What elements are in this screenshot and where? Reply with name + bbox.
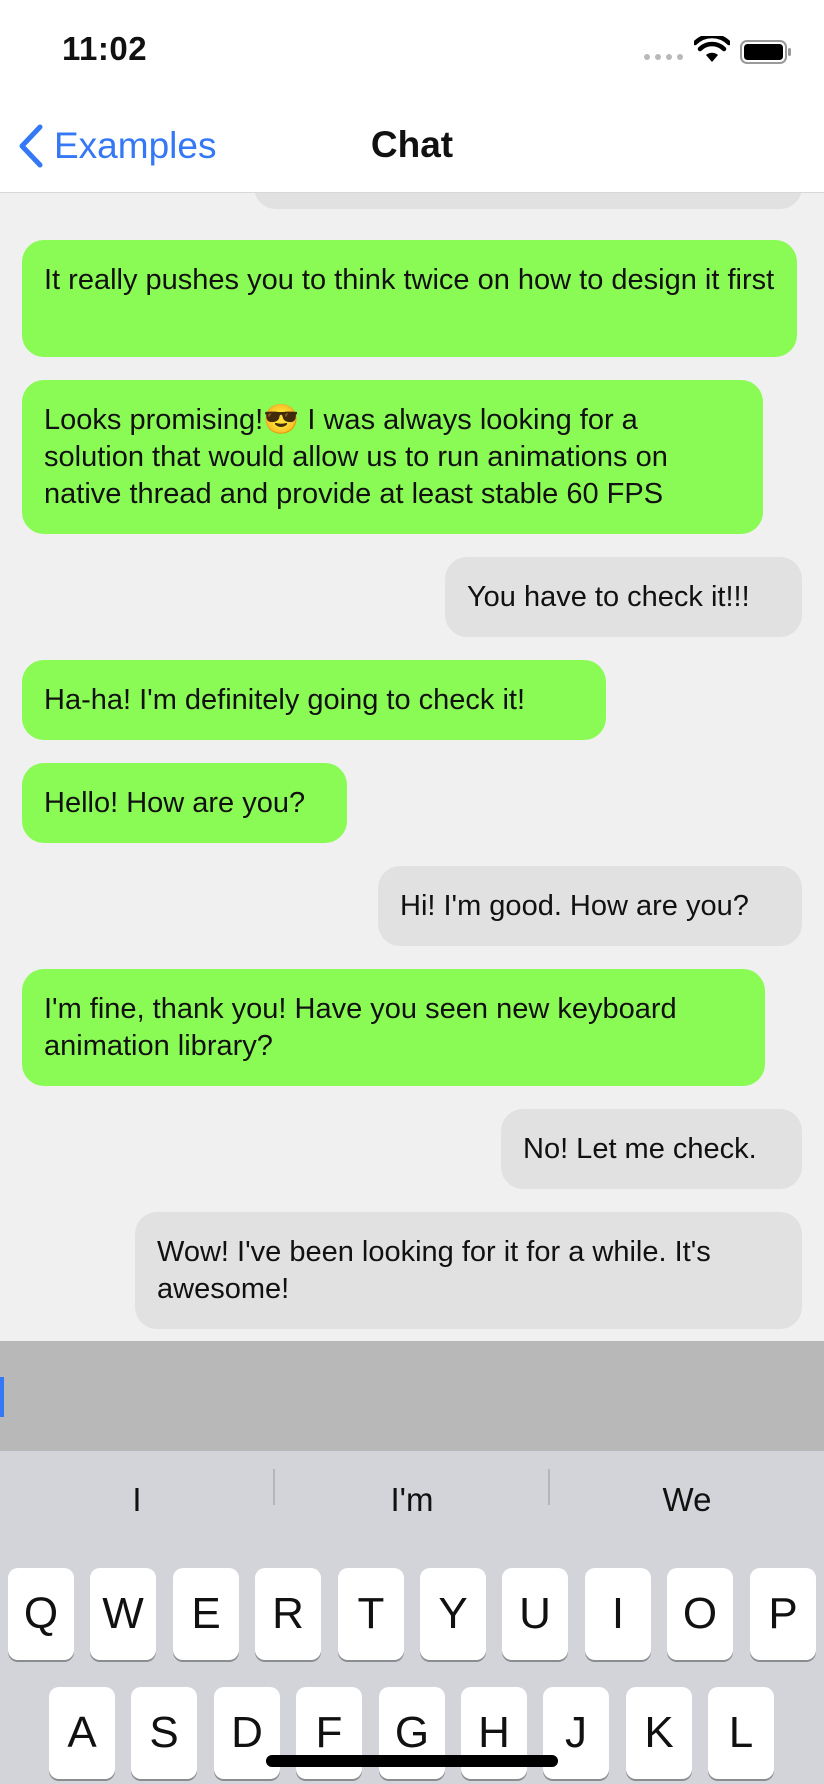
key-l[interactable]: L — [708, 1687, 774, 1779]
suggestion-item[interactable]: I'm — [275, 1481, 549, 1515]
message-bubble: You have to check it!!! — [445, 557, 802, 637]
key-r[interactable]: R — [255, 1568, 321, 1660]
status-time: 11:02 — [62, 30, 148, 67]
key-p[interactable]: P — [750, 1568, 816, 1660]
key-s[interactable]: S — [131, 1687, 197, 1779]
suggestion-bar: I I'm We — [0, 1451, 824, 1515]
message-bubble: Wow! I've been looking for it for a whil… — [135, 1212, 802, 1329]
navigation-bar: Examples Chat — [0, 100, 824, 193]
message-bubble: It really pushes you to think twice on h… — [22, 240, 797, 357]
keyboard: I I'm We QWERTYUIOPASDFGHJKL — [0, 1451, 824, 1784]
key-q[interactable]: Q — [8, 1568, 74, 1660]
message-bubble: Looks promising!😎 I was always looking f… — [22, 380, 763, 534]
suggestion-item[interactable]: We — [550, 1481, 824, 1515]
key-e[interactable]: E — [173, 1568, 239, 1660]
status-bar: 11:02 — [0, 0, 824, 100]
battery-icon — [740, 40, 791, 64]
text-cursor — [0, 1377, 4, 1417]
message-bubble: Hello! How are you? — [22, 763, 347, 843]
key-u[interactable]: U — [502, 1568, 568, 1660]
key-w[interactable]: W — [90, 1568, 156, 1660]
key-i[interactable]: I — [585, 1568, 651, 1660]
key-k[interactable]: K — [626, 1687, 692, 1779]
key-y[interactable]: Y — [420, 1568, 486, 1660]
message-bubble: I'm fine, thank you! Have you seen new k… — [22, 969, 765, 1086]
key-t[interactable]: T — [338, 1568, 404, 1660]
wifi-icon — [694, 36, 730, 62]
key-a[interactable]: A — [49, 1687, 115, 1779]
message-input[interactable] — [0, 1341, 824, 1451]
chat-message-list[interactable]: It really pushes you to think twice on h… — [0, 193, 824, 1341]
key-o[interactable]: O — [667, 1568, 733, 1660]
page-title: Chat — [370, 124, 454, 165]
message-bubble: Ha-ha! I'm definitely going to check it! — [22, 660, 606, 740]
message-bubble — [254, 193, 802, 209]
message-bubble: No! Let me check. — [501, 1109, 802, 1189]
message-bubble: Hi! I'm good. How are you? — [378, 866, 802, 946]
cellular-signal-icon — [644, 54, 683, 60]
suggestion-item[interactable]: I — [0, 1481, 274, 1515]
home-indicator — [266, 1755, 558, 1767]
